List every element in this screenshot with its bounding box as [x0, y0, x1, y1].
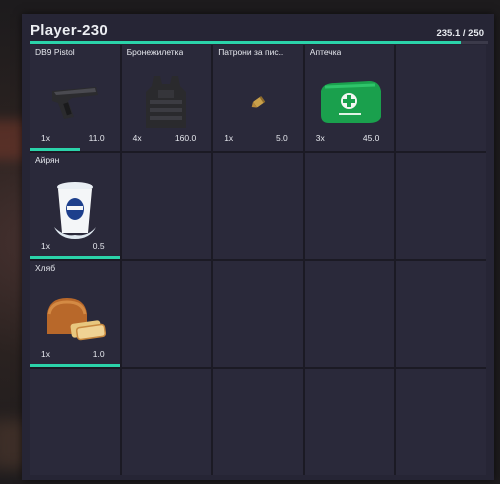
item-quantity: 1x [41, 241, 50, 251]
weight-bar-fill [30, 41, 461, 44]
inventory-slot-empty[interactable] [213, 153, 303, 259]
inventory-slot[interactable]: Хляб 1x 1.0 [30, 261, 120, 367]
item-weight: 0.5 [92, 241, 105, 251]
item-weight: 1.0 [92, 349, 105, 359]
item-quantity: 4x [132, 133, 142, 143]
medkit-icon [320, 81, 381, 124]
inventory-slot[interactable]: Патрони за пис.. 1x 5.0 [213, 45, 303, 151]
inventory-slot-empty[interactable] [396, 153, 486, 259]
pistol-icon [51, 87, 98, 120]
inventory-slot-empty[interactable] [213, 261, 303, 367]
inventory-slot-empty[interactable] [396, 261, 486, 367]
body-armor-icon [146, 76, 187, 129]
inventory-slot-empty[interactable] [213, 369, 303, 475]
item-quantity: 1x [41, 349, 50, 359]
inventory-slot[interactable]: Аптечка 3x 45.0 [304, 45, 395, 151]
inventory-grid: DB9 Pistol 1x 11.0 Бронежилетка 4x 160.0 [30, 45, 486, 475]
item-name: DB9 Pistol [35, 47, 75, 57]
item-weight: 5.0 [275, 133, 288, 143]
weight-bar [30, 41, 488, 44]
weight-readout: 235.1 / 250 [436, 28, 484, 39]
item-name: Айрян [35, 155, 60, 165]
item-name: Патрони за пис.. [218, 47, 284, 57]
item-condition-bar [30, 256, 120, 259]
bullet-icon [251, 96, 266, 108]
inventory-panel: Player-230 235.1 / 250 DB9 Pistol 1x 11.… [22, 14, 494, 480]
bread-icon [46, 298, 106, 341]
inventory-slot-empty[interactable] [121, 261, 212, 367]
item-weight: 160.0 [174, 133, 197, 143]
item-name: Хляб [35, 263, 56, 273]
ayran-cup-icon [53, 182, 96, 240]
inventory-slot-empty[interactable] [304, 261, 395, 367]
inventory-slot-empty[interactable] [396, 369, 486, 475]
inventory-slot-empty[interactable] [304, 153, 395, 259]
item-condition-bar [30, 148, 81, 151]
item-quantity: 3x [315, 133, 325, 143]
inventory-slot[interactable]: Бронежилетка 4x 160.0 [121, 45, 212, 151]
item-name: Аптечка [309, 47, 342, 57]
inventory-slot-empty[interactable] [121, 153, 212, 259]
inventory-slot[interactable]: Айрян 1x 0.5 [30, 153, 120, 259]
inventory-slot-empty[interactable] [304, 369, 395, 475]
item-quantity: 1x [41, 133, 50, 143]
inventory-slot-empty[interactable] [121, 369, 212, 475]
item-weight: 45.0 [362, 133, 380, 143]
item-name: Бронежилетка [126, 47, 184, 57]
item-quantity: 1x [224, 133, 234, 143]
inventory-slot-empty[interactable] [30, 369, 120, 475]
item-condition-bar [30, 364, 120, 367]
inventory-slot[interactable]: DB9 Pistol 1x 11.0 [30, 45, 120, 151]
player-name: Player-230 [30, 22, 109, 39]
inventory-slot-empty[interactable] [396, 45, 486, 151]
item-weight: 11.0 [88, 133, 105, 143]
